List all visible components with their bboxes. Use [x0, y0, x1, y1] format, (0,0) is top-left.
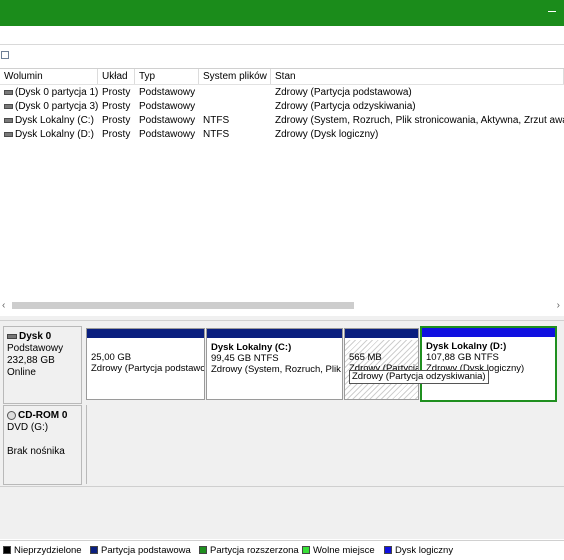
partition-1[interactable]: 25,00 GB Zdrowy (Partycja podstawowa)	[86, 328, 205, 400]
volume-name: Dysk Lokalny (D:)	[15, 129, 94, 140]
column-header-layout[interactable]: Układ	[98, 69, 135, 84]
partition-bar	[422, 328, 555, 337]
drive-icon	[4, 103, 13, 109]
partition-name: Dysk Lokalny (D:)	[426, 341, 507, 352]
legend: Nieprzydzielone Partycja podstawowa Part…	[0, 540, 564, 560]
volume-layout: Prosty	[102, 115, 131, 126]
cdrom-0-label[interactable]: CD-ROM 0 DVD (G:) Brak nośnika	[3, 405, 82, 485]
legend-swatch	[199, 546, 207, 554]
disk-state: Online	[7, 367, 36, 378]
disk-0-label[interactable]: Dysk 0 Podstawowy 232,88 GB Online	[3, 326, 82, 404]
volume-type: Podstawowy	[139, 115, 196, 126]
tooltip: Zdrowy (Partycja odzyskiwania)	[349, 370, 489, 384]
volume-filesystem	[199, 86, 271, 100]
scrollbar-thumb[interactable]	[12, 302, 354, 309]
volume-filesystem	[199, 100, 271, 114]
scroll-left-icon[interactable]: ‹	[2, 300, 5, 311]
partition-bar	[345, 329, 418, 338]
legend-swatch	[3, 546, 11, 554]
partition-c[interactable]: Dysk Lokalny (C:) 99,45 GB NTFS Zdrowy (…	[206, 328, 343, 400]
volume-status: Zdrowy (Partycja odzyskiwania)	[275, 101, 416, 112]
table-row[interactable]: Dysk Lokalny (D:) Prosty Podstawowy NTFS…	[0, 128, 564, 142]
legend-label: Nieprzydzielone	[14, 545, 82, 556]
volume-filesystem: NTFS	[203, 115, 230, 126]
table-row[interactable]: (Dysk 0 partycja 1) Prosty Podstawowy Zd…	[0, 86, 564, 100]
partition-recovery[interactable]: 565 MB Zdrowy (Partycja odzyskiwania)	[344, 328, 419, 400]
volume-layout: Prosty	[102, 129, 131, 140]
disk-media: Brak nośnika	[7, 446, 65, 457]
disk-graphical-view: Dysk 0 Podstawowy 232,88 GB Online 25,00…	[0, 321, 564, 539]
partition-d[interactable]: Dysk Lokalny (D:) 107,88 GB NTFS Zdrowy …	[420, 326, 557, 402]
legend-item: Partycja rozszerzona	[199, 545, 299, 556]
volume-list[interactable]: Wolumin Układ Typ System plików Stan (Dy…	[0, 68, 564, 315]
cdrom-icon	[7, 410, 16, 420]
legend-swatch	[384, 546, 392, 554]
toolbar	[0, 44, 564, 67]
disk-area-filler	[0, 486, 564, 539]
legend-swatch	[302, 546, 310, 554]
table-row[interactable]: Dysk Lokalny (C:) Prosty Podstawowy NTFS…	[0, 114, 564, 128]
horizontal-scrollbar[interactable]: ‹ ›	[0, 298, 564, 314]
disk-type: Podstawowy	[7, 343, 64, 354]
volume-name: (Dysk 0 partycja 1)	[15, 87, 98, 98]
volume-status: Zdrowy (Partycja podstawowa)	[275, 87, 412, 98]
partition-bar	[207, 329, 342, 338]
volume-list-header: Wolumin Układ Typ System plików Stan	[0, 69, 564, 85]
toolbar-view-icon[interactable]	[1, 51, 9, 59]
partition-bar	[87, 329, 204, 338]
volume-name: (Dysk 0 partycja 3)	[15, 101, 98, 112]
disk-name: CD-ROM 0	[18, 410, 68, 421]
volume-layout: Prosty	[102, 87, 131, 98]
column-header-volume[interactable]: Wolumin	[0, 69, 98, 84]
disk-type: DVD (G:)	[7, 422, 49, 433]
disk-name: Dysk 0	[19, 331, 52, 342]
legend-item: Dysk logiczny	[384, 545, 453, 556]
volume-type: Podstawowy	[139, 87, 196, 98]
disk-size: 232,88 GB	[7, 355, 55, 366]
volume-type: Podstawowy	[139, 129, 196, 140]
legend-label: Partycja rozszerzona	[210, 545, 299, 556]
volume-layout: Prosty	[102, 101, 131, 112]
partition-size: 565 MB	[349, 352, 382, 363]
cdrom-empty-area	[86, 405, 564, 484]
volume-filesystem: NTFS	[203, 129, 230, 140]
menu-bar	[0, 26, 564, 44]
legend-item: Partycja podstawowa	[90, 545, 191, 556]
column-header-filesystem[interactable]: System plików	[199, 69, 271, 84]
legend-label: Partycja podstawowa	[101, 545, 191, 556]
partition-status: Zdrowy (Partycja podstawowa)	[91, 363, 205, 374]
column-header-status[interactable]: Stan	[271, 69, 564, 84]
legend-swatch	[90, 546, 98, 554]
partition-size: 107,88 GB NTFS	[426, 352, 499, 363]
volume-type: Podstawowy	[139, 101, 196, 112]
legend-item: Wolne miejsce	[302, 545, 375, 556]
drive-icon	[4, 117, 13, 123]
column-header-type[interactable]: Typ	[135, 69, 199, 84]
legend-label: Dysk logiczny	[395, 545, 454, 556]
volume-name: Dysk Lokalny (C:)	[15, 115, 94, 126]
partition-status: Zdrowy (System, Rozruch, Plik stronicowa…	[211, 364, 342, 375]
partition-name: Dysk Lokalny (C:)	[211, 342, 292, 353]
partition-size: 25,00 GB	[91, 352, 132, 363]
partition-size: 99,45 GB NTFS	[211, 353, 279, 364]
drive-icon	[4, 89, 13, 95]
minimize-icon[interactable]	[548, 11, 556, 12]
disk-icon	[7, 333, 17, 339]
volume-status: Zdrowy (Dysk logiczny)	[275, 129, 379, 140]
title-bar	[0, 0, 564, 26]
legend-item: Nieprzydzielone	[3, 545, 82, 556]
legend-label: Wolne miejsce	[313, 545, 375, 556]
drive-icon	[4, 131, 13, 137]
volume-status: Zdrowy (System, Rozruch, Plik stronicowa…	[275, 115, 564, 126]
scroll-right-icon[interactable]: ›	[557, 300, 560, 311]
table-row[interactable]: (Dysk 0 partycja 3) Prosty Podstawowy Zd…	[0, 100, 564, 114]
